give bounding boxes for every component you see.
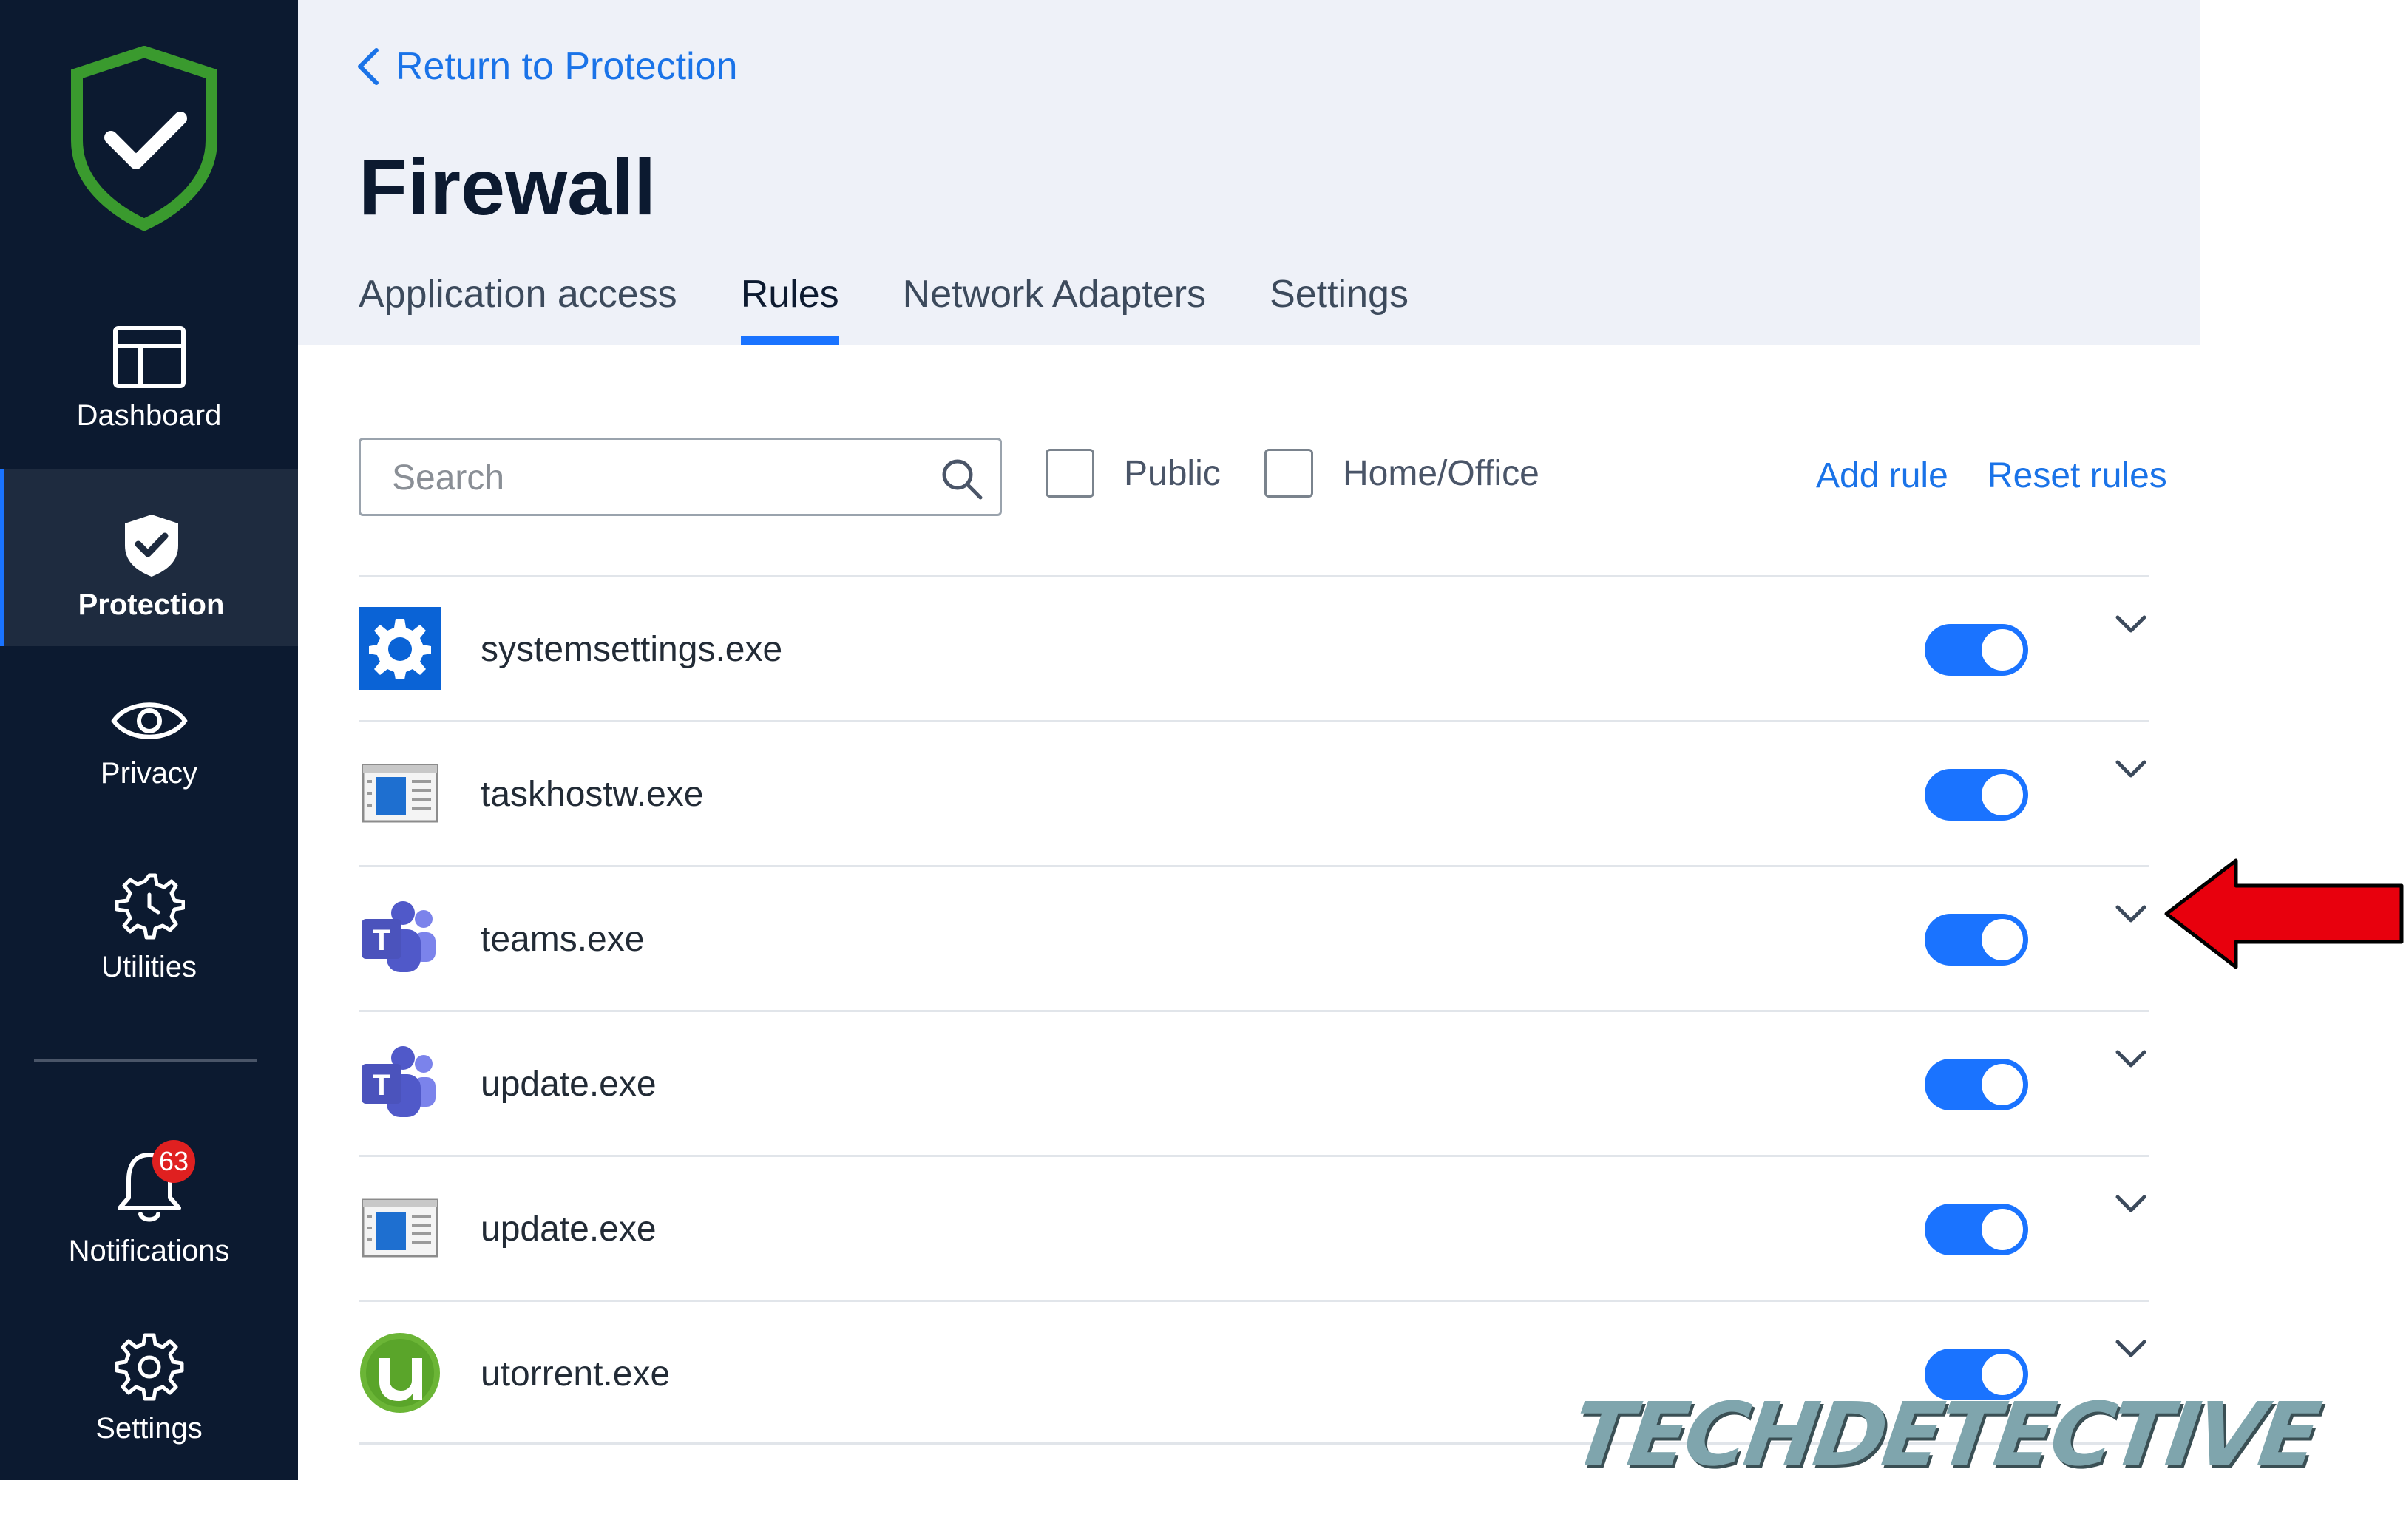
public-checkbox[interactable] — [1046, 449, 1094, 498]
rule-enabled-toggle[interactable] — [1925, 769, 2028, 821]
toggle-knob — [1982, 1209, 2023, 1250]
page-title: Firewall — [359, 142, 657, 231]
rule-enabled-toggle[interactable] — [1925, 624, 2028, 676]
rule-name: taskhostw.exe — [481, 775, 704, 814]
rule-name: update.exe — [481, 1065, 657, 1104]
sidebar-item-label: Notifications — [68, 1235, 230, 1267]
svg-text:T: T — [373, 1069, 390, 1102]
window-app-icon — [362, 1198, 438, 1258]
layout-icon — [112, 326, 186, 388]
sidebar-divider — [34, 1059, 257, 1062]
sidebar-item-settings[interactable]: Settings — [0, 1331, 298, 1508]
chevron-down-icon[interactable] — [2115, 613, 2147, 635]
chevron-down-icon[interactable] — [2115, 903, 2147, 925]
window-app-icon — [362, 764, 438, 823]
gear-clock-icon — [115, 873, 185, 940]
home-office-filter[interactable]: Home/Office — [1264, 449, 1539, 498]
table-row: taskhostw.exe — [359, 720, 2149, 865]
sidebar-item-privacy[interactable]: Privacy — [0, 695, 298, 872]
teams-icon: T — [362, 1046, 436, 1117]
shield-check-logo-icon — [71, 46, 217, 231]
toggle-knob — [1982, 629, 2023, 671]
chevron-left-icon — [358, 48, 379, 85]
sidebar-item-utilities[interactable]: Utilities — [0, 869, 298, 1047]
rule-enabled-toggle[interactable] — [1925, 1059, 2028, 1110]
tab-settings[interactable]: Settings — [1270, 272, 1409, 345]
table-row: T update.exe — [359, 1010, 2149, 1155]
chevron-down-icon[interactable] — [2115, 1048, 2147, 1070]
rule-name: utorrent.exe — [481, 1354, 671, 1394]
sidebar-item-label: Dashboard — [76, 399, 222, 432]
search-input[interactable] — [390, 453, 911, 502]
sidebar-item-notifications[interactable]: Notifications — [0, 1150, 298, 1328]
rule-name: teams.exe — [481, 920, 645, 959]
rule-name: update.exe — [481, 1210, 657, 1249]
rule-enabled-toggle[interactable] — [1925, 1204, 2028, 1255]
tab-rules[interactable]: Rules — [740, 272, 839, 345]
rule-name: systemsettings.exe — [481, 630, 783, 669]
sidebar-item-label: Settings — [95, 1412, 203, 1445]
toggle-knob — [1982, 774, 2023, 815]
reset-rules-link[interactable]: Reset rules — [1988, 455, 2167, 496]
teams-icon: T — [362, 901, 436, 972]
sidebar: Dashboard Protection Privacy Utilities N… — [0, 0, 298, 1480]
rules-list: systemsettings.exe taskhostw.exe T teams… — [359, 575, 2149, 1445]
tab-network-adapters[interactable]: Network Adapters — [903, 272, 1206, 345]
notification-count-badge: 63 — [152, 1140, 195, 1183]
tab-bar: Application access Rules Network Adapter… — [359, 272, 1472, 345]
toggle-knob — [1982, 1064, 2023, 1105]
home-office-filter-label: Home/Office — [1343, 453, 1539, 493]
techdetective-watermark: TECHDETECTIVE — [1566, 1383, 2323, 1485]
table-row: systemsettings.exe — [359, 575, 2149, 720]
page-header: Return to Protection Firewall Applicatio… — [298, 0, 2200, 345]
back-link-label: Return to Protection — [396, 45, 738, 88]
shield-check-icon — [124, 515, 178, 577]
add-rule-link[interactable]: Add rule — [1816, 455, 1948, 496]
chevron-down-icon[interactable] — [2115, 758, 2147, 780]
settings-gear-app-icon — [359, 607, 441, 690]
utorrent-icon — [360, 1333, 440, 1413]
red-arrow-annotation-icon — [2164, 858, 2404, 969]
home-office-checkbox[interactable] — [1264, 449, 1313, 498]
chevron-down-icon[interactable] — [2115, 1193, 2147, 1215]
table-row: update.exe — [359, 1155, 2149, 1300]
public-filter-label: Public — [1124, 453, 1221, 493]
chevron-down-icon[interactable] — [2115, 1337, 2147, 1360]
eye-icon — [110, 702, 188, 739]
gear-icon — [115, 1333, 183, 1401]
table-row: T teams.exe — [359, 865, 2149, 1010]
sidebar-item-label: Utilities — [101, 951, 197, 983]
sidebar-item-label: Protection — [78, 588, 225, 621]
svg-text:T: T — [373, 924, 390, 957]
public-filter[interactable]: Public — [1046, 449, 1221, 498]
rule-enabled-toggle[interactable] — [1925, 914, 2028, 966]
search-icon[interactable] — [941, 458, 983, 501]
sidebar-item-label: Privacy — [100, 757, 198, 790]
search-box — [359, 438, 1002, 516]
tab-application-access[interactable]: Application access — [359, 272, 677, 345]
toggle-knob — [1982, 919, 2023, 960]
sidebar-item-protection[interactable]: Protection — [0, 469, 298, 646]
return-to-protection-link[interactable]: Return to Protection — [357, 44, 737, 89]
